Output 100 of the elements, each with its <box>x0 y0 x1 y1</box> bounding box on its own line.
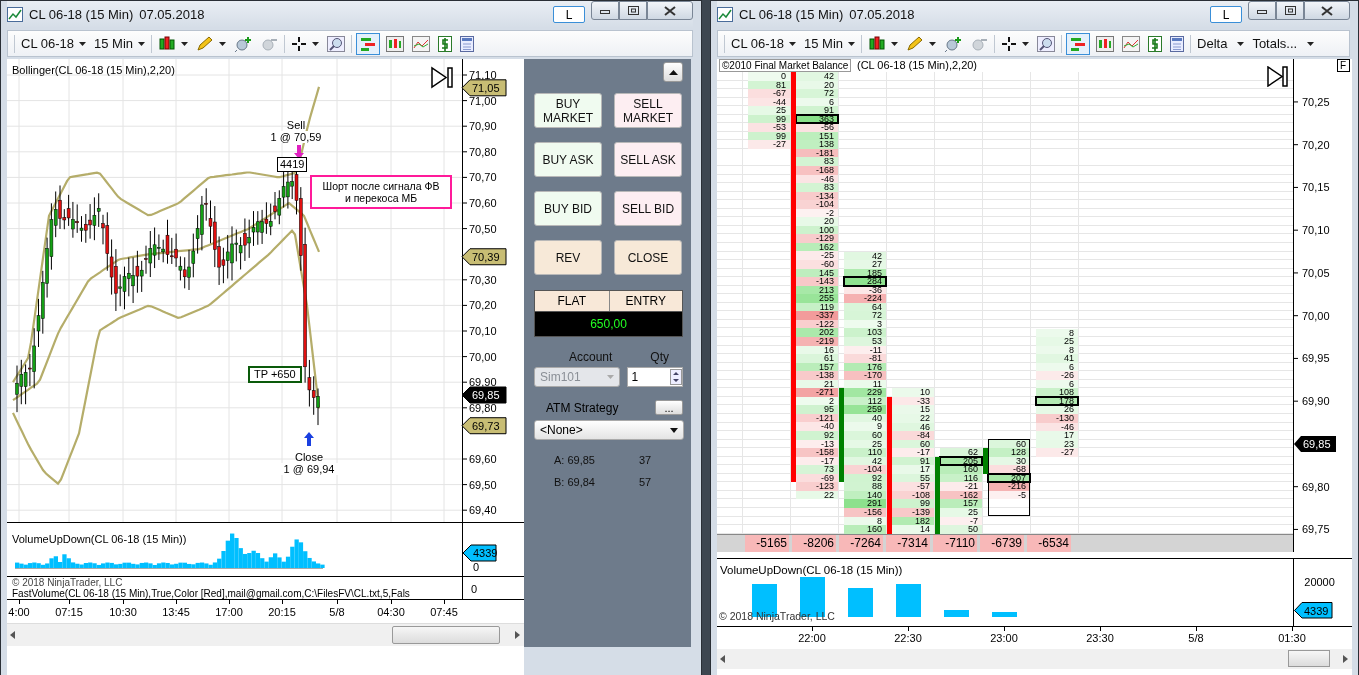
delta-cell: 229 <box>844 388 886 397</box>
layout-button[interactable]: L <box>1210 6 1242 23</box>
delta-cell: 92 <box>844 473 886 483</box>
pin-plus-icon <box>234 35 253 52</box>
field-label: ATM Strategy <box>546 400 619 415</box>
delta-cell: 20 <box>796 80 838 90</box>
delta-cell: -69 <box>796 473 838 483</box>
maximize-icon <box>627 6 639 15</box>
properties-icon <box>1170 35 1185 52</box>
delta-cell: 83 <box>796 157 838 166</box>
delta-cell: 46 <box>892 422 934 432</box>
indicator-label: VolumeUpDown(CL 06-18 (15 Min)) <box>720 563 903 576</box>
price-label: 70,00 <box>1302 309 1330 322</box>
delta-cell: 119 <box>796 302 838 312</box>
interval-dropdown[interactable]: 15 Min <box>92 32 148 55</box>
annotation-note: Шорт после сигнала ФВ и перекоса МБ <box>310 175 452 209</box>
delta-cell: 42 <box>844 456 886 466</box>
total-cell: -8206 <box>792 534 836 552</box>
maximize-button[interactable] <box>1276 1 1304 20</box>
delta-cell: -25 <box>796 251 838 261</box>
delta-cell: -27 <box>748 140 790 149</box>
price-tag: 70,39 <box>461 248 507 266</box>
quantity-field[interactable]: 1 <box>627 367 683 387</box>
price-label: 70,10 <box>1302 224 1330 237</box>
candlestick-icon <box>868 35 887 52</box>
quote-price: A: 69,85 <box>554 454 596 466</box>
delta-cell: 205 <box>940 456 982 466</box>
layout-button[interactable]: L <box>553 6 585 23</box>
delta-cell: 112 <box>844 396 886 406</box>
delta-cell: -81 <box>844 354 886 363</box>
delta-cell: 6 <box>1036 362 1078 372</box>
order-button[interactable]: SELL BID <box>614 191 682 226</box>
order-button[interactable]: REV <box>534 240 602 275</box>
delta-cell: 108 <box>1036 388 1078 397</box>
order-button[interactable]: SELL ASK <box>614 142 682 177</box>
order-panel-button[interactable] <box>1066 32 1091 55</box>
delta-cell: 207 <box>988 473 1030 483</box>
delta-cell: -44 <box>748 97 790 107</box>
delta-cell: 16 <box>796 345 838 355</box>
close-button[interactable] <box>647 1 693 20</box>
delta-cell: 0 <box>748 72 790 81</box>
delta-cell: 22 <box>796 490 838 500</box>
delta-cell: -84 <box>892 431 934 440</box>
delta-cell: -170 <box>844 371 886 380</box>
close-button[interactable] <box>1304 1 1350 20</box>
caret-icon <box>929 41 937 46</box>
totals-dropdown[interactable]: Totals... <box>1250 32 1317 55</box>
delta-cell: 284 <box>844 277 886 286</box>
instrument-dropdown[interactable]: CL 06-18 <box>19 32 88 55</box>
minimize-button[interactable] <box>1248 1 1276 20</box>
scrollbar-thumb[interactable] <box>1288 650 1330 668</box>
scroll-to-end-icon[interactable] <box>431 66 453 89</box>
delta-cell: -271 <box>796 388 838 397</box>
more-button[interactable]: ... <box>655 400 683 415</box>
delta-cell: 6 <box>1036 379 1078 389</box>
close-icon <box>1321 5 1333 16</box>
delta-cell: -21 <box>940 482 982 491</box>
caret-icon <box>789 41 796 46</box>
scrollbar-thumb[interactable] <box>392 626 500 644</box>
delta-cell: 91 <box>796 106 838 115</box>
delta-cell: -108 <box>892 490 934 500</box>
instrument-dropdown[interactable]: CL 06-18 <box>729 32 798 55</box>
price-tag: 4339 <box>462 544 498 562</box>
delta-cell: -13 <box>796 439 838 449</box>
delta-cell: 8 <box>844 516 886 526</box>
order-button[interactable]: CLOSE <box>614 240 682 275</box>
maximize-button[interactable] <box>619 1 647 20</box>
order-button[interactable]: BUY ASK <box>534 142 602 177</box>
delta-cell: 27 <box>844 260 886 269</box>
time-label: 23:00 <box>989 631 1019 644</box>
window-title: CL 06-18 (15 Min) <box>739 7 844 22</box>
atm-strategy-dropdown[interactable]: <None> <box>534 420 684 440</box>
price-tag: 69,85 <box>461 386 507 404</box>
magnifier-icon <box>1037 35 1056 52</box>
total-cell: -5165 <box>745 534 789 552</box>
time-label: 4:00 <box>7 606 31 618</box>
delta-cell: 103 <box>844 328 886 337</box>
price-label: 70,25 <box>1302 95 1330 108</box>
order-panel-button[interactable] <box>356 32 381 55</box>
order-button[interactable]: BUY MARKET <box>534 93 602 128</box>
indicator-label: (CL 06-18 (15 Min),2,20) <box>857 59 978 71</box>
order-button[interactable]: BUY BID <box>534 191 602 226</box>
order-button[interactable]: SELL MARKET <box>614 93 682 128</box>
delta-cell: 55 <box>892 473 934 483</box>
flag-box: F <box>1337 59 1351 72</box>
delta-cell: -68 <box>988 465 1030 474</box>
close-icon <box>664 5 676 16</box>
axis-label: 0 <box>473 561 480 574</box>
line-chart-icon <box>412 35 431 52</box>
collapse-button[interactable] <box>663 62 683 82</box>
scroll-to-end-icon[interactable] <box>1267 66 1289 87</box>
view-dropdown[interactable]: Delta <box>1195 32 1247 55</box>
minimize-button[interactable] <box>591 1 619 20</box>
triangle-up-icon <box>668 69 678 75</box>
delta-cell: 160 <box>844 525 886 534</box>
interval-dropdown[interactable]: 15 Min <box>802 32 858 55</box>
delta-cell: -139 <box>892 508 934 517</box>
delta-cell: 17 <box>1036 431 1078 440</box>
delta-cell: -337 <box>796 311 838 320</box>
delta-cell: 145 <box>796 268 838 278</box>
